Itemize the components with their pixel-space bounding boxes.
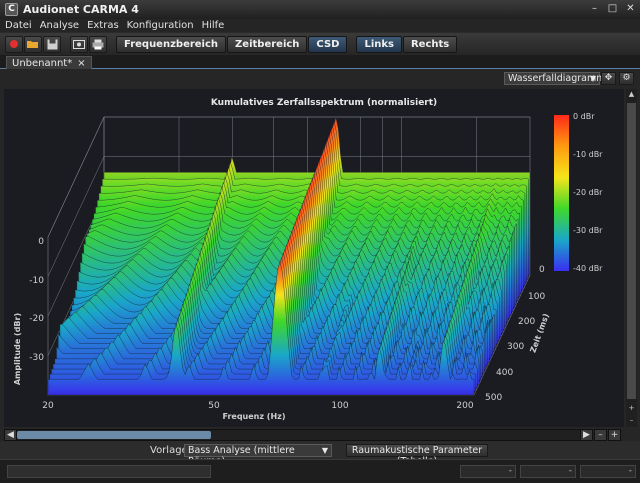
menu-hilfe[interactable]: Hilfe (202, 20, 225, 31)
z-tick-label: 500 (485, 393, 502, 403)
colorbar-label: 0 dBr (573, 112, 595, 121)
z-tick-label: 200 (518, 317, 535, 327)
save-icon[interactable] (43, 35, 61, 53)
horizontal-scroll-thumb[interactable] (17, 431, 211, 439)
h-zoom-in-icon[interactable]: + (608, 429, 621, 441)
channel-rechts-button[interactable]: Rechts (402, 35, 458, 53)
vertical-scroll-thumb[interactable] (627, 103, 636, 399)
title-bar: C Audionet CARMA 4 – □ ✕ (0, 0, 640, 19)
menu-extras[interactable]: Extras (87, 20, 119, 31)
progress-bar (7, 465, 211, 478)
colorbar-label: -20 dBr (573, 188, 603, 197)
x-tick-label: 200 (456, 401, 473, 411)
window-title: Audionet CARMA 4 (23, 3, 139, 16)
x-tick-label: 50 (208, 401, 220, 411)
move-icon[interactable]: ✥ (601, 72, 616, 85)
menu-bar: Datei Analyse Extras Konfiguration Hilfe (0, 19, 640, 32)
waterfall-slices (47, 116, 531, 396)
chart-title: Kumulatives Zerfallsspektrum (normalisie… (211, 98, 437, 108)
scroll-right-icon[interactable]: ▶ (580, 429, 593, 441)
close-icon[interactable]: ✕ (625, 3, 636, 14)
y-tick-label: 0 (38, 237, 44, 247)
gear-icon[interactable]: ⚙ (619, 72, 634, 85)
document-tab-label: Unbenannt* (12, 58, 73, 69)
zoom-out-icon[interactable]: – (626, 415, 637, 426)
menu-konfiguration[interactable]: Konfiguration (127, 20, 194, 31)
record-icon[interactable] (5, 35, 23, 53)
y-axis-label: Amplitude (dBr) (13, 313, 22, 385)
zoom-in-icon[interactable]: + (626, 403, 637, 414)
status-field: - (460, 465, 516, 478)
colorbar-label: -30 dBr (573, 226, 603, 235)
status-field: - (580, 465, 636, 478)
minimize-icon[interactable]: – (589, 3, 600, 14)
horizontal-scrollbar[interactable] (4, 429, 586, 441)
maximize-icon[interactable]: □ (607, 3, 618, 14)
menu-datei[interactable]: Datei (5, 20, 32, 31)
close-tab-icon[interactable]: × (77, 58, 85, 69)
tab-zeitbereich[interactable]: Zeitbereich (227, 35, 308, 53)
y-tick-label: -20 (29, 314, 44, 324)
chart-area: Kumulatives Zerfallsspektrum (normalisie… (4, 89, 624, 427)
menu-analyse[interactable]: Analyse (40, 20, 79, 31)
tab-frequenzbereich[interactable]: Frequenzbereich (116, 35, 227, 53)
vertical-scrollbar[interactable]: ▲ + – (626, 89, 637, 427)
app-logo-icon: C (5, 3, 18, 16)
room-params-button[interactable]: Raumakustische Parameter (Tabelle) (346, 444, 488, 467)
z-tick-label: 400 (496, 368, 513, 378)
z-tick-label: 300 (507, 342, 524, 352)
view-type-select[interactable]: Wasserfalldiagramm ▼ (504, 72, 605, 85)
scroll-left-icon[interactable]: ◀ (4, 429, 17, 441)
y-tick-label: -30 (29, 353, 44, 363)
z-tick-label: 100 (528, 292, 545, 302)
colorbar-label: -40 dBr (573, 264, 603, 273)
templates-bar: Vorlagen Bass Analyse (mittlere Räume) ▼… (0, 442, 640, 467)
colorbar (554, 115, 569, 271)
screenshot-icon[interactable] (70, 35, 88, 53)
print-icon[interactable] (89, 35, 107, 53)
document-tab-bar: Unbenannt* × (0, 55, 640, 69)
colorbar-label: -10 dBr (573, 150, 603, 159)
document-tab[interactable]: Unbenannt* × (6, 56, 92, 69)
h-zoom-out-icon[interactable]: – (594, 429, 607, 441)
scroll-up-icon[interactable]: ▲ (626, 89, 637, 100)
y-tick-label: -10 (29, 276, 44, 286)
z-tick-label: 0 (539, 265, 545, 275)
chevron-down-icon: ▼ (589, 74, 596, 83)
templates-select[interactable]: Bass Analyse (mittlere Räume) ▼ (184, 444, 332, 467)
status-bar: - - - (0, 459, 640, 483)
x-tick-label: 20 (42, 401, 54, 411)
x-tick-label: 100 (331, 401, 348, 411)
x-axis-label: Frequenz (Hz) (223, 412, 286, 421)
channel-links-button[interactable]: Links (356, 35, 402, 53)
tab-csd[interactable]: CSD (308, 35, 348, 53)
open-folder-icon[interactable] (24, 35, 42, 53)
toolbar: Frequenzbereich Zeitbereich CSD Links Re… (0, 33, 640, 55)
waterfall-chart: Kumulatives Zerfallsspektrum (normalisie… (13, 98, 603, 421)
status-field: - (520, 465, 576, 478)
chevron-down-icon: ▼ (321, 446, 328, 455)
